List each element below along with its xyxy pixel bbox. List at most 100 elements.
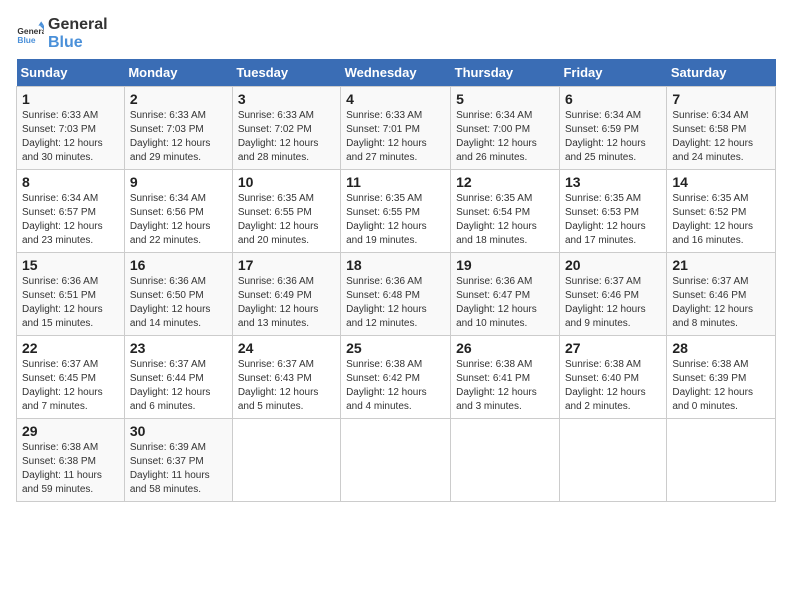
day-info: Sunrise: 6:35 AMSunset: 6:55 PMDaylight:… [346, 192, 445, 248]
calendar-cell: 28 Sunrise: 6:38 AMSunset: 6:39 PMDaylig… [667, 336, 776, 419]
calendar-week-row: 8 Sunrise: 6:34 AMSunset: 6:57 PMDayligh… [17, 170, 776, 253]
day-number: 8 [22, 174, 119, 190]
day-info: Sunrise: 6:36 AMSunset: 6:51 PMDaylight:… [22, 275, 119, 331]
calendar-week-row: 15 Sunrise: 6:36 AMSunset: 6:51 PMDaylig… [17, 253, 776, 336]
day-number: 17 [238, 257, 335, 273]
day-info: Sunrise: 6:34 AMSunset: 7:00 PMDaylight:… [456, 109, 554, 165]
calendar-cell: 14 Sunrise: 6:35 AMSunset: 6:52 PMDaylig… [667, 170, 776, 253]
day-of-week-header: Wednesday [341, 59, 451, 87]
calendar-cell: 3 Sunrise: 6:33 AMSunset: 7:02 PMDayligh… [232, 87, 340, 170]
day-of-week-header: Sunday [17, 59, 125, 87]
calendar-table: SundayMondayTuesdayWednesdayThursdayFrid… [16, 59, 776, 502]
day-info: Sunrise: 6:37 AMSunset: 6:44 PMDaylight:… [130, 358, 227, 414]
calendar-cell: 4 Sunrise: 6:33 AMSunset: 7:01 PMDayligh… [341, 87, 451, 170]
day-number: 12 [456, 174, 554, 190]
day-number: 28 [672, 340, 770, 356]
day-of-week-header: Thursday [451, 59, 560, 87]
day-info: Sunrise: 6:35 AMSunset: 6:52 PMDaylight:… [672, 192, 770, 248]
day-of-week-header: Monday [124, 59, 232, 87]
calendar-cell: 5 Sunrise: 6:34 AMSunset: 7:00 PMDayligh… [451, 87, 560, 170]
day-info: Sunrise: 6:33 AMSunset: 7:03 PMDaylight:… [22, 109, 119, 165]
calendar-cell [667, 419, 776, 502]
day-info: Sunrise: 6:38 AMSunset: 6:41 PMDaylight:… [456, 358, 554, 414]
day-of-week-header: Tuesday [232, 59, 340, 87]
calendar-cell: 29 Sunrise: 6:38 AMSunset: 6:38 PMDaylig… [17, 419, 125, 502]
day-info: Sunrise: 6:33 AMSunset: 7:01 PMDaylight:… [346, 109, 445, 165]
svg-text:Blue: Blue [17, 35, 35, 45]
day-number: 6 [565, 91, 661, 107]
day-info: Sunrise: 6:34 AMSunset: 6:58 PMDaylight:… [672, 109, 770, 165]
calendar-cell: 15 Sunrise: 6:36 AMSunset: 6:51 PMDaylig… [17, 253, 125, 336]
day-info: Sunrise: 6:35 AMSunset: 6:54 PMDaylight:… [456, 192, 554, 248]
day-number: 19 [456, 257, 554, 273]
day-info: Sunrise: 6:36 AMSunset: 6:49 PMDaylight:… [238, 275, 335, 331]
calendar-cell: 9 Sunrise: 6:34 AMSunset: 6:56 PMDayligh… [124, 170, 232, 253]
calendar-cell: 21 Sunrise: 6:37 AMSunset: 6:46 PMDaylig… [667, 253, 776, 336]
logo-general: General [48, 16, 108, 34]
calendar-cell: 1 Sunrise: 6:33 AMSunset: 7:03 PMDayligh… [17, 87, 125, 170]
day-number: 16 [130, 257, 227, 273]
day-number: 21 [672, 257, 770, 273]
calendar-cell: 19 Sunrise: 6:36 AMSunset: 6:47 PMDaylig… [451, 253, 560, 336]
day-number: 27 [565, 340, 661, 356]
day-number: 2 [130, 91, 227, 107]
day-info: Sunrise: 6:38 AMSunset: 6:38 PMDaylight:… [22, 441, 119, 497]
calendar-cell: 26 Sunrise: 6:38 AMSunset: 6:41 PMDaylig… [451, 336, 560, 419]
calendar-week-row: 29 Sunrise: 6:38 AMSunset: 6:38 PMDaylig… [17, 419, 776, 502]
calendar-cell: 16 Sunrise: 6:36 AMSunset: 6:50 PMDaylig… [124, 253, 232, 336]
calendar-cell: 24 Sunrise: 6:37 AMSunset: 6:43 PMDaylig… [232, 336, 340, 419]
day-number: 13 [565, 174, 661, 190]
day-info: Sunrise: 6:37 AMSunset: 6:43 PMDaylight:… [238, 358, 335, 414]
day-number: 14 [672, 174, 770, 190]
calendar-cell: 30 Sunrise: 6:39 AMSunset: 6:37 PMDaylig… [124, 419, 232, 502]
day-number: 10 [238, 174, 335, 190]
day-of-week-header: Saturday [667, 59, 776, 87]
calendar-cell [451, 419, 560, 502]
day-number: 20 [565, 257, 661, 273]
day-info: Sunrise: 6:35 AMSunset: 6:55 PMDaylight:… [238, 192, 335, 248]
logo: General Blue General Blue [16, 16, 108, 51]
day-number: 23 [130, 340, 227, 356]
day-number: 3 [238, 91, 335, 107]
day-number: 7 [672, 91, 770, 107]
calendar-cell: 18 Sunrise: 6:36 AMSunset: 6:48 PMDaylig… [341, 253, 451, 336]
day-info: Sunrise: 6:38 AMSunset: 6:42 PMDaylight:… [346, 358, 445, 414]
day-info: Sunrise: 6:37 AMSunset: 6:45 PMDaylight:… [22, 358, 119, 414]
calendar-cell: 8 Sunrise: 6:34 AMSunset: 6:57 PMDayligh… [17, 170, 125, 253]
day-info: Sunrise: 6:37 AMSunset: 6:46 PMDaylight:… [565, 275, 661, 331]
calendar-cell [341, 419, 451, 502]
day-info: Sunrise: 6:35 AMSunset: 6:53 PMDaylight:… [565, 192, 661, 248]
day-number: 29 [22, 423, 119, 439]
day-info: Sunrise: 6:36 AMSunset: 6:50 PMDaylight:… [130, 275, 227, 331]
calendar-cell [559, 419, 666, 502]
logo-blue: Blue [48, 34, 108, 52]
day-number: 4 [346, 91, 445, 107]
day-info: Sunrise: 6:38 AMSunset: 6:40 PMDaylight:… [565, 358, 661, 414]
day-info: Sunrise: 6:34 AMSunset: 6:56 PMDaylight:… [130, 192, 227, 248]
day-number: 18 [346, 257, 445, 273]
calendar-header-row: SundayMondayTuesdayWednesdayThursdayFrid… [17, 59, 776, 87]
calendar-cell: 20 Sunrise: 6:37 AMSunset: 6:46 PMDaylig… [559, 253, 666, 336]
calendar-body: 1 Sunrise: 6:33 AMSunset: 7:03 PMDayligh… [17, 87, 776, 502]
day-number: 30 [130, 423, 227, 439]
calendar-cell [232, 419, 340, 502]
day-of-week-header: Friday [559, 59, 666, 87]
calendar-cell: 17 Sunrise: 6:36 AMSunset: 6:49 PMDaylig… [232, 253, 340, 336]
day-number: 5 [456, 91, 554, 107]
day-info: Sunrise: 6:39 AMSunset: 6:37 PMDaylight:… [130, 441, 227, 497]
day-number: 26 [456, 340, 554, 356]
calendar-week-row: 1 Sunrise: 6:33 AMSunset: 7:03 PMDayligh… [17, 87, 776, 170]
calendar-cell: 10 Sunrise: 6:35 AMSunset: 6:55 PMDaylig… [232, 170, 340, 253]
calendar-cell: 6 Sunrise: 6:34 AMSunset: 6:59 PMDayligh… [559, 87, 666, 170]
day-info: Sunrise: 6:34 AMSunset: 6:57 PMDaylight:… [22, 192, 119, 248]
day-number: 15 [22, 257, 119, 273]
calendar-cell: 25 Sunrise: 6:38 AMSunset: 6:42 PMDaylig… [341, 336, 451, 419]
day-info: Sunrise: 6:34 AMSunset: 6:59 PMDaylight:… [565, 109, 661, 165]
calendar-cell: 7 Sunrise: 6:34 AMSunset: 6:58 PMDayligh… [667, 87, 776, 170]
day-info: Sunrise: 6:37 AMSunset: 6:46 PMDaylight:… [672, 275, 770, 331]
day-number: 24 [238, 340, 335, 356]
day-info: Sunrise: 6:33 AMSunset: 7:03 PMDaylight:… [130, 109, 227, 165]
calendar-cell: 2 Sunrise: 6:33 AMSunset: 7:03 PMDayligh… [124, 87, 232, 170]
calendar-cell: 22 Sunrise: 6:37 AMSunset: 6:45 PMDaylig… [17, 336, 125, 419]
logo-icon: General Blue [16, 20, 44, 48]
